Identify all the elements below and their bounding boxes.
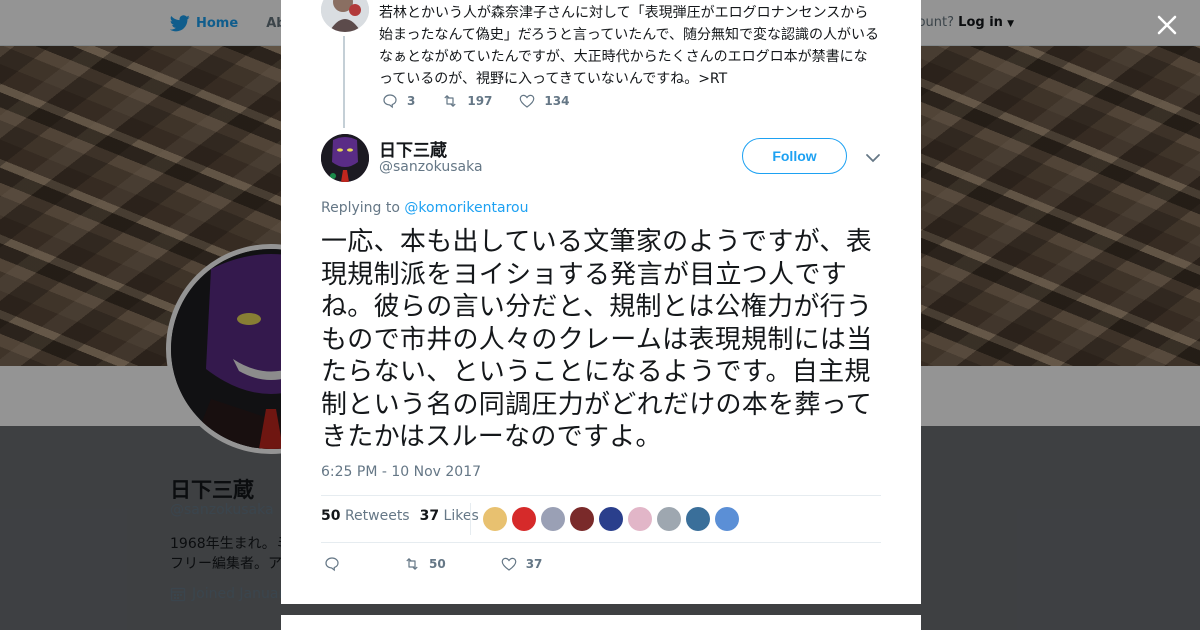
- previous-tweet-text: 若林とかいう人が森奈津子さんに対して「表現弾圧がエログロナンセンスから始まったな…: [379, 5, 879, 87]
- tweet-actions: 50 37: [323, 555, 596, 573]
- like-stat-count: 37: [419, 508, 440, 524]
- heart-icon: [501, 557, 517, 571]
- tweet-timestamp[interactable]: 6:25 PM - 10 Nov 2017: [321, 464, 481, 480]
- stats-divider-top: [321, 495, 881, 496]
- retweet-icon: [406, 558, 418, 570]
- author-avatar[interactable]: [321, 134, 369, 182]
- author-handle[interactable]: @sanzokusaka: [379, 159, 483, 175]
- liker-avatar[interactable]: [715, 507, 739, 531]
- retweet-icon: [444, 95, 457, 107]
- liker-avatar[interactable]: [541, 507, 565, 531]
- replying-to-prefix: Replying to: [321, 200, 400, 216]
- author-name[interactable]: 日下三蔵: [379, 136, 447, 161]
- tweet-more-button[interactable]: [865, 150, 881, 164]
- previous-reply-count: 3: [407, 94, 416, 108]
- liker-avatar[interactable]: [512, 507, 536, 531]
- retweet-button[interactable]: 50: [403, 555, 446, 573]
- liker-avatar[interactable]: [483, 507, 507, 531]
- reply-icon: [325, 557, 339, 572]
- heart-icon: [520, 94, 535, 108]
- previous-reply-button[interactable]: 3: [381, 92, 415, 110]
- close-modal-button[interactable]: [1152, 10, 1182, 40]
- liker-avatar[interactable]: [686, 507, 710, 531]
- liker-avatar[interactable]: [657, 507, 681, 531]
- retweet-stat-label: Retweets: [344, 508, 410, 524]
- previous-retweet-count: 197: [467, 94, 493, 108]
- close-icon: [1157, 15, 1177, 35]
- thread-connector-line: [343, 36, 345, 128]
- replying-to: Replying to @komorikentarou: [321, 200, 528, 216]
- retweet-stat[interactable]: 50 Retweets: [321, 508, 410, 524]
- next-modal-edge: [281, 615, 921, 630]
- chevron-down-icon: [866, 154, 880, 163]
- previous-tweet-avatar-image: [321, 0, 369, 32]
- tweet-text: 一応、本も出している文筆家のようですが、表現規制派をヨイショする発言が目立つ人で…: [321, 227, 873, 452]
- previous-tweet-actions: 3 197 134: [381, 92, 595, 110]
- tweet-modal: 若林とかいう人が森奈津子さんに対して「表現弾圧がエログロナンセンスから始まったな…: [281, 0, 921, 604]
- author-avatar-image: [321, 134, 369, 182]
- like-stat-label: Likes: [443, 508, 479, 524]
- liker-avatars: [483, 507, 739, 531]
- replying-to-link[interactable]: @komorikentarou: [404, 200, 528, 216]
- stats-divider-bottom: [321, 542, 881, 543]
- like-count: 37: [525, 557, 543, 571]
- reply-icon: [383, 94, 397, 109]
- previous-like-count: 134: [544, 94, 570, 108]
- previous-retweet-button[interactable]: 197: [441, 92, 492, 110]
- retweet-stat-count: 50: [321, 508, 341, 524]
- liker-avatar[interactable]: [570, 507, 594, 531]
- tweet-stats: 50 Retweets 37 Likes: [321, 508, 479, 524]
- like-button[interactable]: 37: [500, 555, 543, 573]
- previous-like-button[interactable]: 134: [518, 92, 569, 110]
- liker-avatar[interactable]: [628, 507, 652, 531]
- follow-button[interactable]: Follow: [742, 138, 847, 174]
- previous-tweet-avatar[interactable]: [321, 0, 369, 32]
- stats-separator: [470, 503, 471, 535]
- retweet-count: 50: [429, 557, 446, 571]
- reply-button[interactable]: [323, 555, 349, 573]
- liker-avatar[interactable]: [599, 507, 623, 531]
